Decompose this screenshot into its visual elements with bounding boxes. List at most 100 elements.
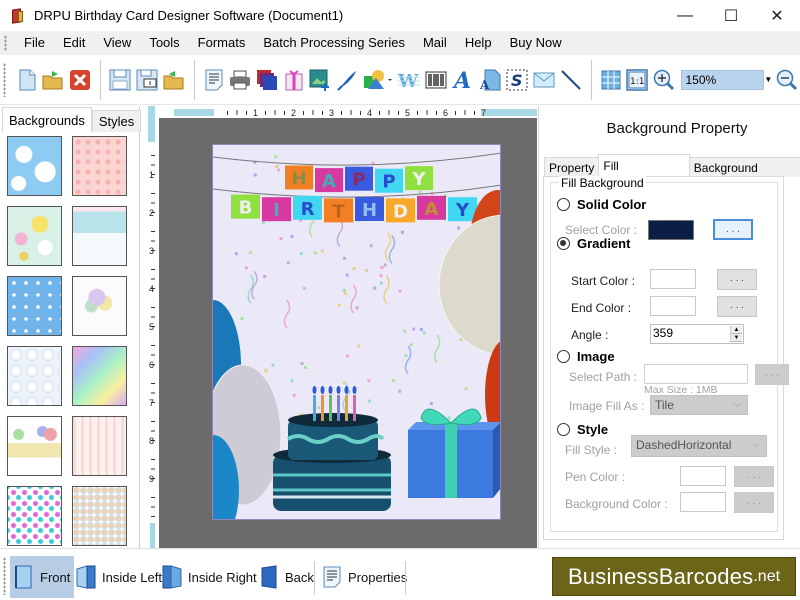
candle-flame: [352, 386, 357, 394]
layers-icon: [257, 69, 278, 90]
menu-tools[interactable]: Tools: [140, 31, 188, 55]
thumb-pink-hearts[interactable]: [72, 136, 127, 196]
end-color-swatch[interactable]: [650, 296, 696, 316]
thumb-colorful-hearts[interactable]: [7, 486, 62, 546]
end-color-picker-button[interactable]: . . .: [717, 296, 757, 317]
gradient-radio[interactable]: Gradient: [557, 236, 630, 251]
close-document-button[interactable]: [69, 69, 91, 91]
banner-letter: D: [393, 201, 408, 222]
pen-color-swatch[interactable]: [680, 466, 726, 486]
design-canvas-area: 1234567 123456789 HAPPY BIRTHDAY: [148, 106, 537, 548]
menu-buy-now[interactable]: Buy Now: [501, 31, 571, 55]
front-page-button[interactable]: Front: [10, 556, 75, 598]
maximize-button[interactable]: ☐: [708, 0, 754, 31]
confetti-piece: [277, 168, 281, 172]
inside-right-button[interactable]: Inside Right: [158, 556, 261, 598]
zoom-in-button[interactable]: [653, 69, 675, 91]
confetti-piece: [240, 317, 244, 321]
pen-button[interactable]: [336, 69, 358, 91]
back-page-button[interactable]: Back: [255, 556, 318, 598]
start-color-picker-button[interactable]: . . .: [717, 269, 757, 290]
toolbar-separator: [99, 59, 101, 100]
shapes-button[interactable]: [363, 69, 393, 91]
inside-left-button[interactable]: Inside Left: [72, 556, 166, 598]
background-color-picker-button[interactable]: . . .: [734, 492, 774, 513]
thumb-pastel-landscape[interactable]: [72, 206, 127, 266]
save-button[interactable]: [109, 69, 131, 91]
image-fill-as-select[interactable]: Tile ⌵: [650, 395, 748, 415]
properties-button[interactable]: Properties: [318, 556, 411, 598]
angle-stepper[interactable]: 359 ▲ ▼: [650, 324, 744, 344]
spin-up-icon[interactable]: ▲: [731, 326, 742, 334]
menu-edit[interactable]: Edit: [54, 31, 94, 55]
menu-formats[interactable]: Formats: [189, 31, 255, 55]
fill-style-select[interactable]: DashedHorizontal ⌵: [631, 435, 767, 457]
thumb-rainbow-watercolor[interactable]: [72, 346, 127, 406]
confetti-piece: [299, 252, 303, 256]
background-color-swatch[interactable]: [680, 492, 726, 512]
menu-mail[interactable]: Mail: [414, 31, 456, 55]
mail-button[interactable]: [533, 69, 555, 91]
menu-batch-processing[interactable]: Batch Processing Series: [254, 31, 414, 55]
thumb-sky-clouds[interactable]: [7, 136, 62, 196]
thumb-balloon-bunches[interactable]: [72, 486, 127, 546]
zoom-level-input[interactable]: 150%: [681, 69, 764, 90]
insert-image-button[interactable]: [309, 69, 331, 91]
balloon-cream: [438, 214, 500, 356]
thumb-daisy-flowers[interactable]: [7, 206, 62, 266]
birthday-card[interactable]: HAPPY BIRTHDAY: [212, 144, 501, 520]
open-template-button[interactable]: [163, 69, 185, 91]
tab-background-effects[interactable]: Background Effects: [688, 157, 800, 195]
text-document-button[interactable]: A: [479, 69, 501, 91]
layers-button[interactable]: [256, 69, 278, 91]
spin-down-icon[interactable]: ▼: [731, 334, 742, 342]
confetti-piece: [337, 303, 341, 307]
image-radio[interactable]: Image: [557, 349, 615, 364]
solid-color-picker-button[interactable]: . . .: [713, 219, 753, 240]
signature-button[interactable]: S: [506, 69, 528, 91]
print-button[interactable]: [229, 69, 251, 91]
text-button[interactable]: A: [452, 69, 474, 91]
grid-button[interactable]: [600, 69, 621, 91]
bottom-grip: [3, 557, 6, 595]
solid-color-radio[interactable]: Solid Color: [557, 197, 646, 212]
pen-color-picker-button[interactable]: . . .: [734, 466, 774, 487]
select-path-input[interactable]: [644, 364, 748, 384]
thumb-blue-stars[interactable]: [7, 276, 62, 336]
thumb-happy-birthday-balloons[interactable]: [7, 416, 62, 476]
gift-card-button[interactable]: [283, 69, 304, 91]
thumb-balloons[interactable]: [72, 276, 127, 336]
confetti-piece: [403, 329, 407, 333]
open-button[interactable]: [42, 69, 64, 91]
minimize-icon: —: [677, 6, 693, 24]
start-color-swatch[interactable]: [650, 269, 696, 289]
zoom-dropdown-arrow[interactable]: ▼: [764, 70, 774, 90]
zoom-out-button[interactable]: [776, 69, 798, 91]
banner-letter: Y: [455, 200, 470, 221]
watermark-button[interactable]: W: [398, 69, 421, 91]
solid-color-swatch[interactable]: [648, 220, 694, 240]
menu-help[interactable]: Help: [456, 31, 501, 55]
properties-note-button[interactable]: [203, 69, 224, 91]
menu-grip: [4, 35, 7, 51]
close-button[interactable]: ✕: [754, 0, 800, 31]
new-document-button[interactable]: [16, 69, 37, 91]
banner-birthday: BIRTHDAY: [231, 194, 477, 223]
thumb-pink-hearts-stripes[interactable]: [72, 416, 127, 476]
style-radio[interactable]: Style: [557, 422, 608, 437]
line-button[interactable]: [560, 69, 582, 91]
menu-view[interactable]: View: [94, 31, 140, 55]
tab-backgrounds[interactable]: Backgrounds: [2, 107, 92, 132]
tab-property[interactable]: Property: [544, 157, 600, 177]
save-as-button[interactable]: [136, 69, 158, 91]
menu-file[interactable]: File: [15, 31, 54, 55]
tab-fill-background[interactable]: Fill Background: [598, 154, 690, 195]
browse-image-button[interactable]: . . .: [755, 364, 789, 385]
barcode-button[interactable]: [425, 69, 447, 91]
confetti-piece: [290, 379, 294, 383]
minimize-button[interactable]: —: [662, 0, 708, 31]
tab-styles[interactable]: Styles: [91, 110, 142, 132]
candle: [313, 395, 316, 421]
thumb-bubbles[interactable]: [7, 346, 62, 406]
actual-size-button[interactable]: 1:1: [626, 68, 648, 91]
